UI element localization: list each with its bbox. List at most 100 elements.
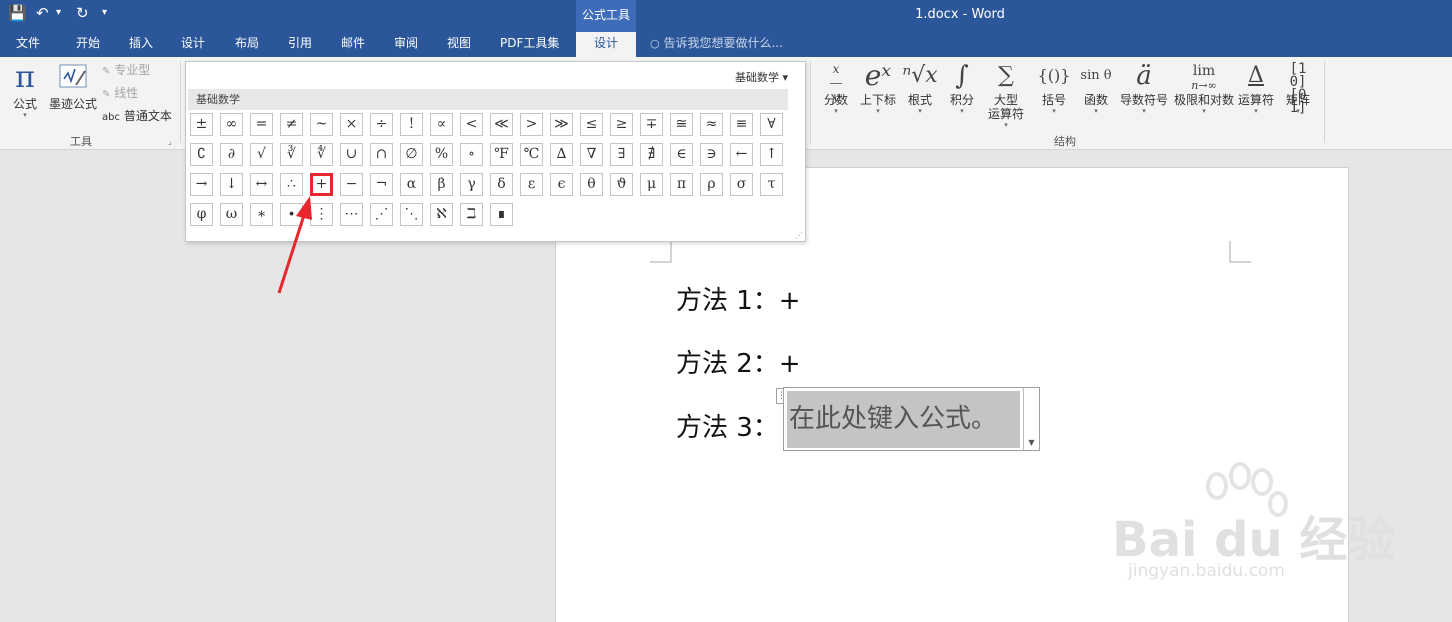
symbol-button[interactable]: π xyxy=(670,173,693,196)
symbol-button[interactable]: α xyxy=(400,173,423,196)
symbol-button[interactable]: ∙ xyxy=(280,203,303,226)
tab-file[interactable]: 文件 xyxy=(16,32,40,57)
symbol-button[interactable]: β xyxy=(430,173,453,196)
symbol-button[interactable]: ≥ xyxy=(610,113,633,136)
symbol-button[interactable]: δ xyxy=(490,173,513,196)
tab-home[interactable]: 开始 xyxy=(76,32,100,57)
symbol-button[interactable]: ≅ xyxy=(670,113,693,136)
method-line-2[interactable]: 方法 2：+ xyxy=(676,343,801,380)
symbol-button[interactable]: ↑ xyxy=(760,143,783,166)
symbol-button[interactable]: ∗ xyxy=(250,203,273,226)
symbol-button[interactable]: ± xyxy=(190,113,213,136)
symbol-button[interactable]: × xyxy=(340,113,363,136)
equation-button[interactable]: 公式 ▾ xyxy=(6,97,44,119)
symbol-button[interactable]: ∈ xyxy=(670,143,693,166)
symbol-button[interactable]: ω xyxy=(220,203,243,226)
symbol-button[interactable]: ← xyxy=(730,143,753,166)
bracket-button[interactable]: {()} 括号 ▾ xyxy=(1034,59,1074,115)
symbol-button[interactable]: ¬ xyxy=(370,173,393,196)
method-line-1[interactable]: 方法 1：+ xyxy=(676,280,801,317)
limit-log-button[interactable]: lim n→∞ 极限和对数 ▾ xyxy=(1172,59,1236,115)
tab-equation-design[interactable]: 设计 xyxy=(576,32,636,57)
tab-layout[interactable]: 布局 xyxy=(235,32,259,57)
symbol-button[interactable]: ÷ xyxy=(370,113,393,136)
symbol-button[interactable]: ∋ xyxy=(700,143,723,166)
symbol-button[interactable]: √ xyxy=(250,143,273,166)
symbol-button[interactable]: ≫ xyxy=(550,113,573,136)
symbol-button[interactable]: ≤ xyxy=(580,113,603,136)
script-button[interactable]: eˣ 上下标 ▾ xyxy=(856,59,900,115)
symbol-button[interactable]: ϑ xyxy=(610,173,633,196)
symbol-button[interactable]: ∇ xyxy=(580,143,603,166)
symbol-button[interactable]: ∘ xyxy=(460,143,483,166)
tab-design[interactable]: 设计 xyxy=(181,32,205,57)
symbol-button[interactable]: ~ xyxy=(310,113,333,136)
symbol-button[interactable]: ∎ xyxy=(490,203,513,226)
dialog-launcher-icon[interactable]: ⌟ xyxy=(168,137,172,146)
symbol-button[interactable]: γ xyxy=(460,173,483,196)
operator-button[interactable]: Δ 运算符 ▾ xyxy=(1236,59,1276,115)
symbol-button[interactable]: ⋱ xyxy=(400,203,423,226)
tab-mailings[interactable]: 邮件 xyxy=(341,32,365,57)
professional-button[interactable]: ✎ 专业型 xyxy=(102,63,150,79)
customize-qat-icon[interactable]: ▾ xyxy=(102,3,107,23)
accent-button[interactable]: ä 导数符号 ▾ xyxy=(1116,59,1172,115)
equation-move-handle[interactable]: ⋮ xyxy=(776,388,786,404)
normal-text-button[interactable]: abc 普通文本 xyxy=(102,109,172,125)
symbol-button[interactable]: → xyxy=(190,173,213,196)
symbol-button[interactable]: ∁ xyxy=(190,143,213,166)
tell-me-search[interactable]: ○ 告诉我您想要做什么... xyxy=(650,32,783,57)
tab-references[interactable]: 引用 xyxy=(288,32,312,57)
equation-box[interactable]: ⋮ 在此处键入公式。 ▼ xyxy=(776,387,1040,451)
symbol-button[interactable]: ℃ xyxy=(520,143,543,166)
symbol-button[interactable]: ⋮ xyxy=(310,203,333,226)
symbol-button[interactable]: + xyxy=(310,173,333,196)
tab-view[interactable]: 视图 xyxy=(447,32,471,57)
tab-pdf-tools[interactable]: PDF工具集 xyxy=(500,32,559,57)
symbol-button[interactable]: ↔ xyxy=(250,173,273,196)
undo-icon[interactable]: ↶ xyxy=(36,3,49,23)
symbol-button[interactable]: θ xyxy=(580,173,603,196)
symbol-button[interactable]: τ xyxy=(760,173,783,196)
symbol-button[interactable]: ≡ xyxy=(730,113,753,136)
symbol-button[interactable]: ! xyxy=(400,113,423,136)
symbol-button[interactable]: ⋯ xyxy=(340,203,363,226)
symbol-button[interactable]: ≠ xyxy=(280,113,303,136)
symbol-button[interactable]: ∄ xyxy=(640,143,663,166)
integral-button[interactable]: ∫ 积分 ▾ xyxy=(942,59,982,115)
symbol-button[interactable]: φ xyxy=(190,203,213,226)
save-icon[interactable]: 💾 xyxy=(8,3,27,23)
symbol-button[interactable]: = xyxy=(250,113,273,136)
gallery-category-dropdown[interactable]: 基础数学 ▾ xyxy=(735,69,788,85)
symbol-button[interactable]: ≈ xyxy=(700,113,723,136)
symbol-button[interactable]: ∪ xyxy=(340,143,363,166)
radical-button[interactable]: ⁿ√x 根式 ▾ xyxy=(900,59,940,115)
symbol-button[interactable]: σ xyxy=(730,173,753,196)
function-button[interactable]: sin θ 函数 ▾ xyxy=(1076,59,1116,115)
symbol-button[interactable]: ↓ xyxy=(220,173,243,196)
symbol-button[interactable]: ∓ xyxy=(640,113,663,136)
symbol-button[interactable]: μ xyxy=(640,173,663,196)
matrix-button[interactable]: [1 0] [0 1] 矩阵 ▾ xyxy=(1280,59,1316,115)
symbol-button[interactable]: < xyxy=(460,113,483,136)
equation-pi-icon[interactable]: π xyxy=(8,61,42,95)
symbol-button[interactable]: ℶ xyxy=(460,203,483,226)
symbol-button[interactable]: ∃ xyxy=(610,143,633,166)
resize-grip-icon[interactable]: ⋰ xyxy=(795,231,803,240)
tab-insert[interactable]: 插入 xyxy=(129,32,153,57)
symbol-button[interactable]: ρ xyxy=(700,173,723,196)
undo-dropdown-icon[interactable]: ▾ xyxy=(56,3,61,23)
symbol-button[interactable]: ∴ xyxy=(280,173,303,196)
redo-icon[interactable]: ↻ xyxy=(76,3,89,23)
symbol-button[interactable]: ∜ xyxy=(310,143,333,166)
ink-equation-button[interactable]: 墨迹公式 xyxy=(46,61,100,111)
symbol-button[interactable]: ∆ xyxy=(550,143,573,166)
symbol-button[interactable]: ∝ xyxy=(430,113,453,136)
symbol-button[interactable]: ∂ xyxy=(220,143,243,166)
symbol-button[interactable]: ϵ xyxy=(550,173,573,196)
symbol-button[interactable]: ∛ xyxy=(280,143,303,166)
equation-options-dropdown[interactable]: ▼ xyxy=(1023,388,1039,450)
symbol-button[interactable]: − xyxy=(340,173,363,196)
large-operator-button[interactable]: ∑ 大型 运算符 ▾ xyxy=(982,59,1030,129)
symbol-button[interactable]: ≪ xyxy=(490,113,513,136)
